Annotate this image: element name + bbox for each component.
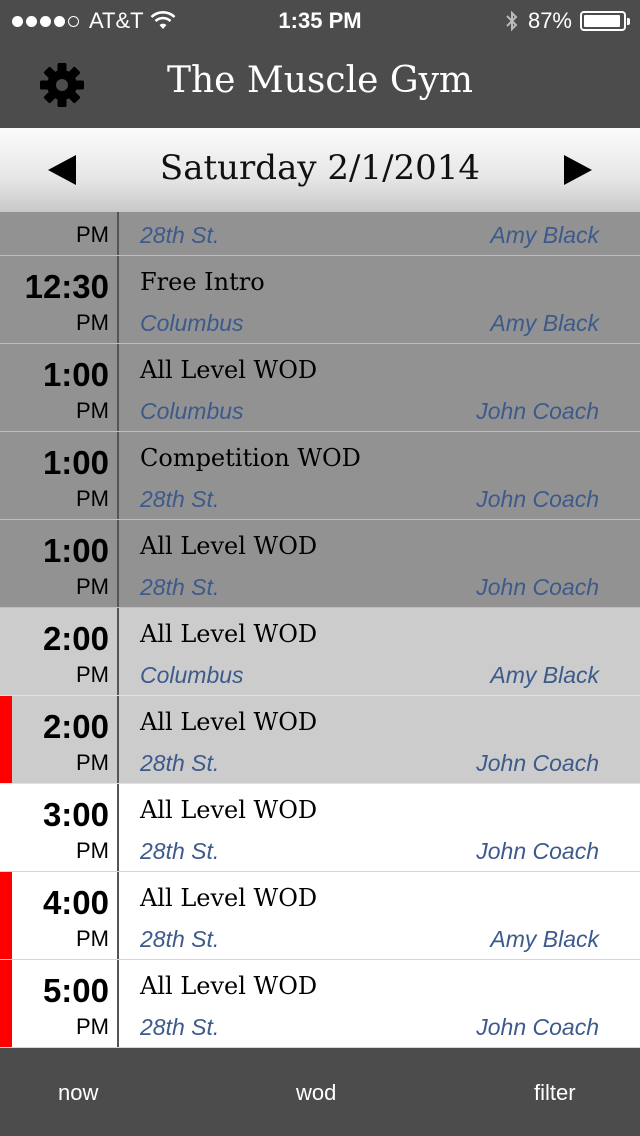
schedule-row[interactable]: 5:00 PM All Level WOD 28th St. John Coach [0, 960, 640, 1048]
schedule-row[interactable]: 1:00 PM Competition WOD 28th St. John Coach [0, 432, 640, 520]
class-name: Free Intro [140, 268, 265, 296]
class-location: Columbus [140, 310, 244, 336]
class-ampm: PM [76, 574, 109, 599]
class-coach: Amy Black [490, 310, 599, 336]
time-divider [117, 608, 119, 695]
class-name: All Level WOD [140, 708, 318, 736]
class-location: 28th St. [140, 750, 220, 776]
class-location: 28th St. [140, 838, 220, 864]
class-time: 2:00 [42, 708, 109, 745]
class-name: All Level WOD [140, 796, 318, 824]
bluetooth-icon [506, 10, 518, 32]
class-name: All Level WOD [140, 972, 318, 1000]
page-title: The Muscle Gym [166, 60, 474, 101]
class-coach: John Coach [476, 574, 599, 600]
class-ampm: PM [76, 398, 109, 423]
schedule-row[interactable]: 4:00 PM All Level WOD 28th St. Amy Black [0, 872, 640, 960]
class-coach: John Coach [476, 750, 599, 776]
schedule-row[interactable]: 2:00 PM All Level WOD Columbus Amy Black [0, 608, 640, 696]
class-coach: John Coach [476, 1014, 599, 1040]
class-coach: Amy Black [490, 662, 599, 688]
schedule-list[interactable]: PM 28th St. Amy Black 12:30 PM Free Intro Colu… [0, 212, 640, 1048]
battery-icon [580, 11, 630, 31]
class-time: 2:00 [42, 620, 109, 657]
class-ampm: PM [76, 662, 109, 687]
class-time: 3:00 [42, 796, 109, 833]
class-location: 28th St. [140, 926, 220, 952]
class-time: 1:00 [42, 444, 109, 481]
schedule-row[interactable]: 3:00 PM All Level WOD 28th St. John Coach [0, 784, 640, 872]
class-location: 28th St. [140, 1014, 220, 1040]
schedule-row[interactable]: 12:30 PM Free Intro Columbus Amy Black [0, 256, 640, 344]
time-divider [117, 256, 119, 343]
class-ampm: PM [76, 486, 109, 511]
class-coach: Amy Black [490, 926, 599, 952]
class-ampm: PM [76, 222, 109, 247]
schedule-row[interactable]: 1:00 PM All Level WOD Columbus John Coach [0, 344, 640, 432]
class-name: All Level WOD [140, 356, 318, 384]
class-coach: John Coach [476, 486, 599, 512]
time-divider [117, 784, 119, 871]
class-name: All Level WOD [140, 532, 318, 560]
class-coach: John Coach [476, 838, 599, 864]
class-location: Columbus [140, 662, 244, 688]
time-divider [117, 432, 119, 519]
class-ampm: PM [76, 750, 109, 775]
class-name: Competition WOD [140, 444, 361, 472]
class-location: 28th St. [140, 486, 220, 512]
battery-percent: 87% [527, 8, 572, 33]
schedule-row[interactable]: PM 28th St. Amy Black [0, 212, 640, 256]
time-divider [117, 344, 119, 431]
tab-wod[interactable]: wod [296, 1080, 336, 1106]
class-time: 1:00 [42, 356, 109, 393]
date-navigator: Saturday 2/1/2014 [0, 128, 640, 212]
class-coach: Amy Black [490, 222, 599, 248]
class-ampm: PM [76, 1014, 109, 1039]
triangle-right-icon[interactable] [564, 155, 592, 185]
class-name: All Level WOD [140, 884, 318, 912]
current-date: Saturday 2/1/2014 [159, 148, 481, 188]
status-bar: AT&T 1:35 PM 87% [0, 0, 640, 40]
class-time: 12:30 [24, 268, 109, 305]
class-ampm: PM [76, 310, 109, 335]
class-location: Columbus [140, 398, 244, 424]
tab-now[interactable]: now [58, 1080, 98, 1106]
schedule-row[interactable]: 1:00 PM All Level WOD 28th St. John Coach [0, 520, 640, 608]
class-location: 28th St. [140, 574, 220, 600]
nav-bar: The Muscle Gym [0, 40, 640, 128]
time-divider [117, 696, 119, 783]
time-divider [117, 872, 119, 959]
time-divider [117, 212, 119, 255]
class-time: 4:00 [42, 884, 109, 921]
class-ampm: PM [76, 838, 109, 863]
tab-bar: now wod filter [0, 1048, 640, 1136]
class-ampm: PM [76, 926, 109, 951]
class-coach: John Coach [476, 398, 599, 424]
time-divider [117, 960, 119, 1047]
schedule-row[interactable]: 2:00 PM All Level WOD 28th St. John Coach [0, 696, 640, 784]
class-time: 5:00 [42, 972, 109, 1009]
tab-filter[interactable]: filter [534, 1080, 576, 1106]
class-location: 28th St. [140, 222, 220, 248]
class-time: 1:00 [42, 532, 109, 569]
class-name: All Level WOD [140, 620, 318, 648]
time-divider [117, 520, 119, 607]
